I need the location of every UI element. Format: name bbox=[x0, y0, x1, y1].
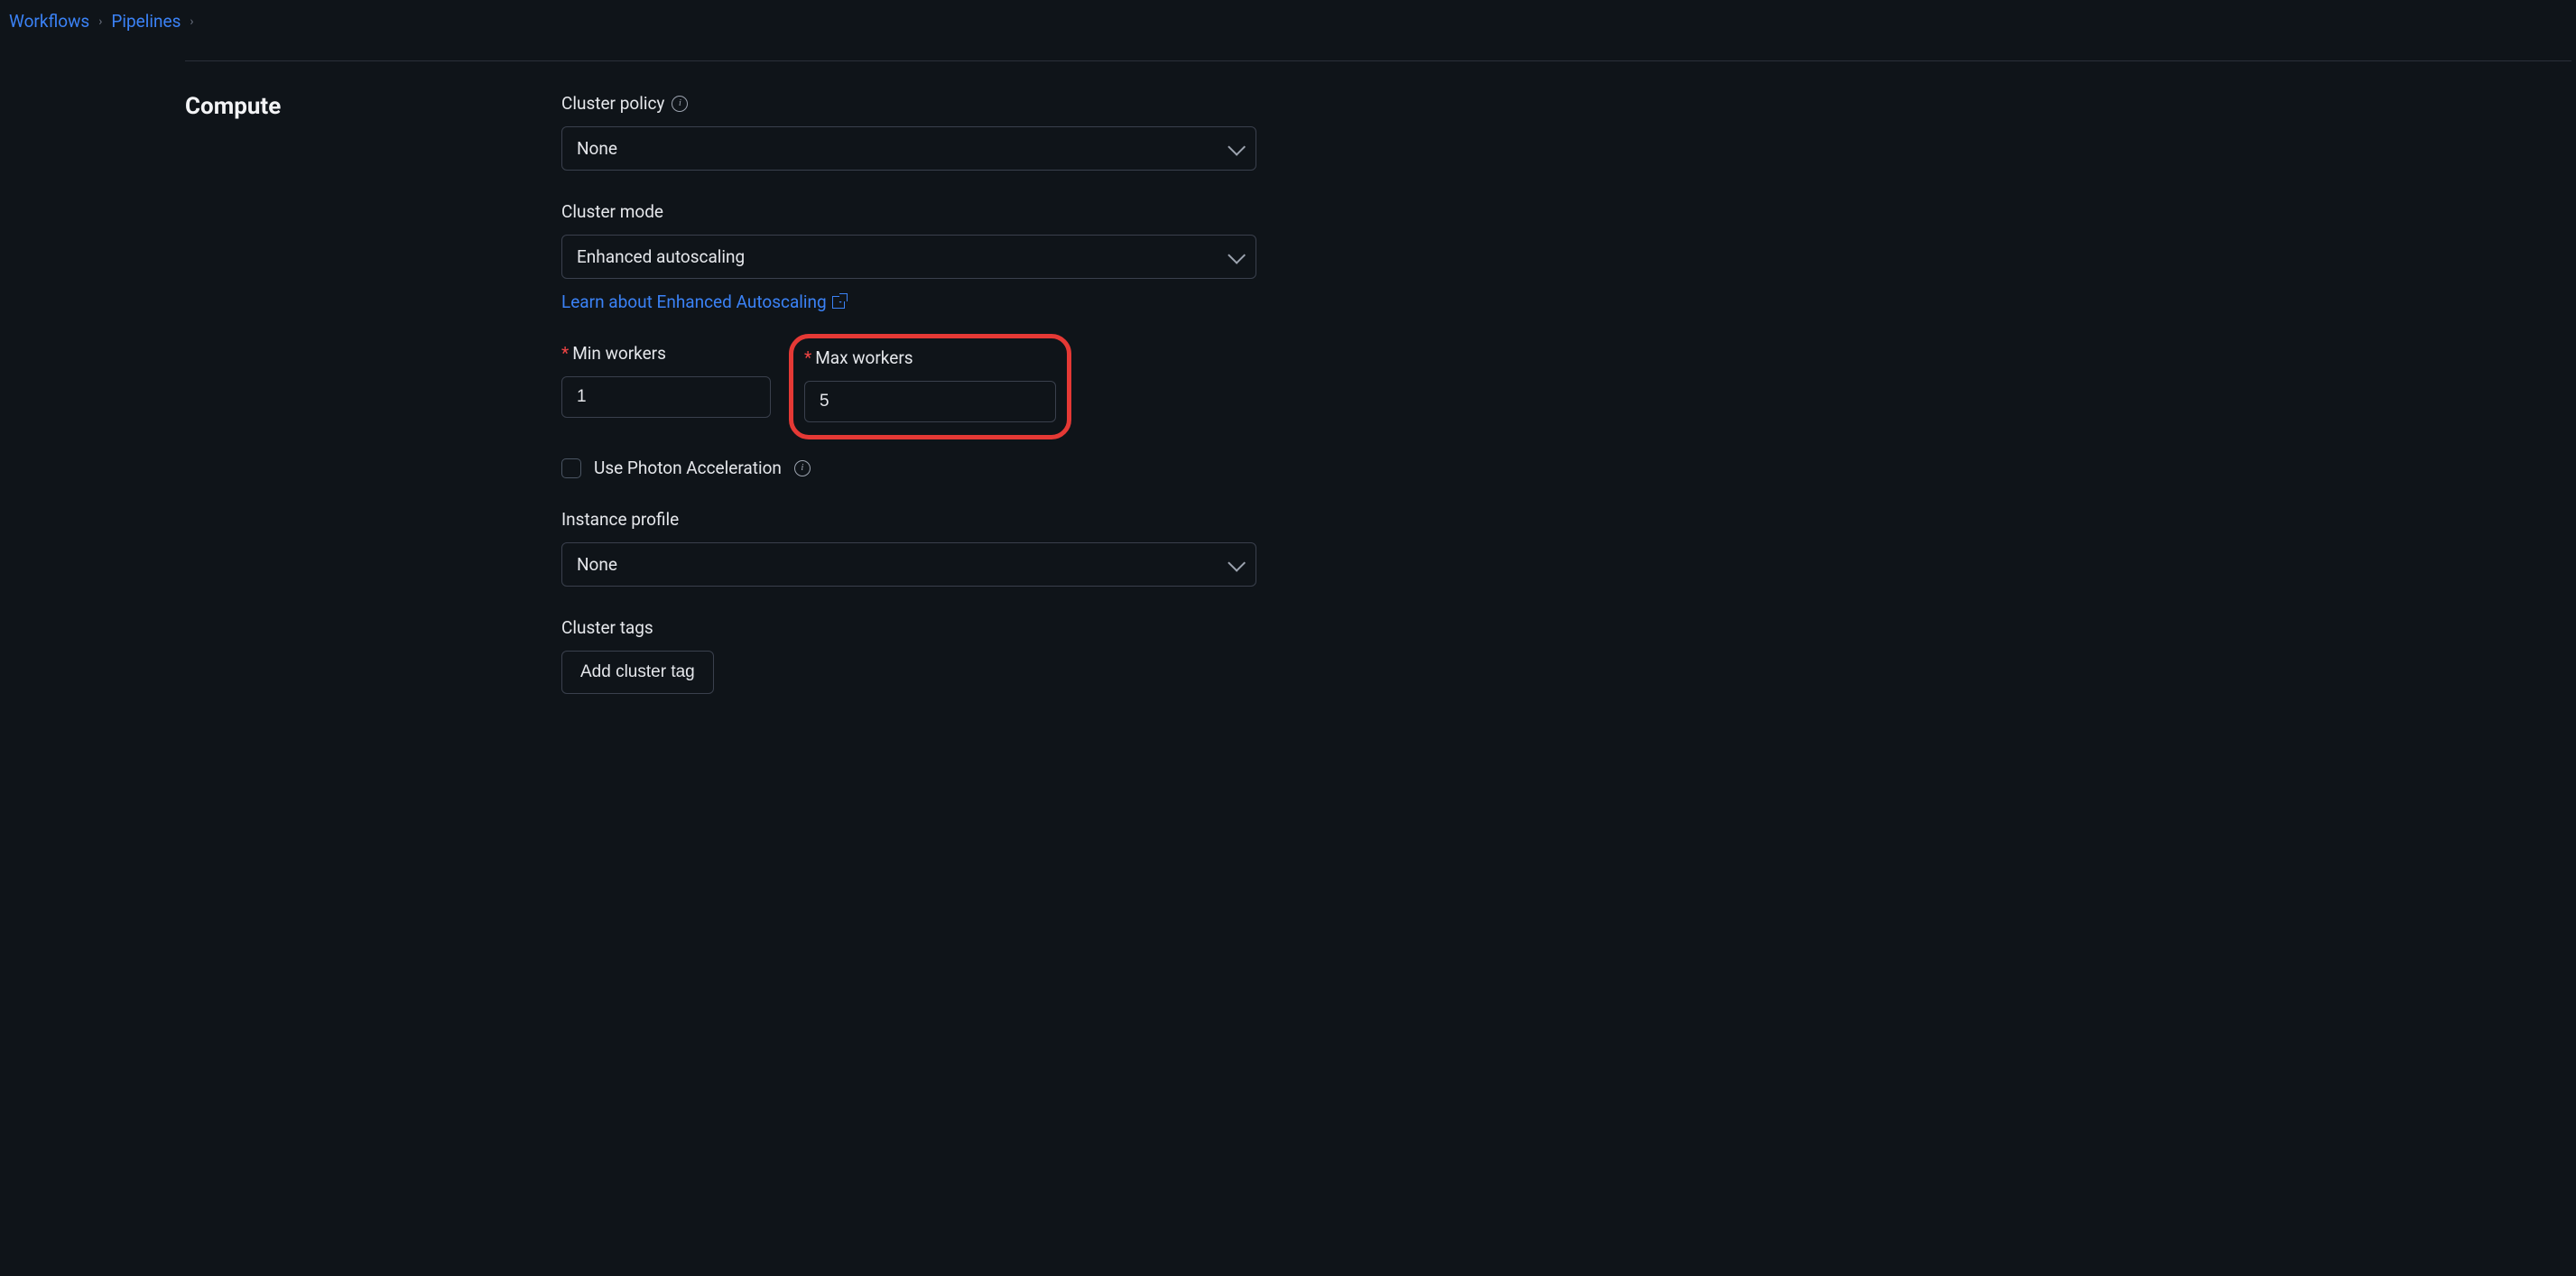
photon-label: Use Photon Acceleration bbox=[594, 458, 782, 478]
add-cluster-tag-button[interactable]: Add cluster tag bbox=[561, 651, 714, 694]
max-workers-label: *Max workers bbox=[804, 347, 1056, 368]
min-workers-input[interactable] bbox=[561, 376, 771, 418]
compute-section: Compute Cluster policy i None Cluster mo… bbox=[0, 61, 2576, 725]
workers-row: *Min workers *Max workers bbox=[561, 343, 1256, 427]
info-icon[interactable]: i bbox=[672, 96, 688, 112]
info-icon[interactable]: i bbox=[794, 460, 811, 476]
cluster-mode-select[interactable]: Enhanced autoscaling bbox=[561, 235, 1256, 279]
cluster-tags-label: Cluster tags bbox=[561, 617, 1256, 638]
max-workers-input[interactable] bbox=[804, 381, 1056, 422]
cluster-policy-label: Cluster policy i bbox=[561, 93, 1256, 114]
photon-field: Use Photon Acceleration i bbox=[561, 458, 1256, 478]
instance-profile-field: Instance profile None bbox=[561, 509, 1256, 587]
cluster-tags-field: Cluster tags Add cluster tag bbox=[561, 617, 1256, 694]
chevron-down-icon bbox=[1228, 553, 1246, 571]
instance-profile-select[interactable]: None bbox=[561, 542, 1256, 587]
chevron-down-icon bbox=[1228, 137, 1246, 155]
compute-form: Cluster policy i None Cluster mode Enhan… bbox=[561, 93, 1256, 725]
enhanced-autoscaling-link[interactable]: Learn about Enhanced Autoscaling bbox=[561, 291, 845, 312]
breadcrumb: Workflows › Pipelines › bbox=[0, 0, 2576, 42]
cluster-mode-field: Cluster mode Enhanced autoscaling Learn … bbox=[561, 201, 1256, 312]
cluster-policy-value: None bbox=[577, 138, 617, 159]
cluster-mode-value: Enhanced autoscaling bbox=[577, 246, 745, 267]
breadcrumb-workflows[interactable]: Workflows bbox=[9, 11, 89, 32]
cluster-policy-select[interactable]: None bbox=[561, 126, 1256, 171]
cluster-mode-label: Cluster mode bbox=[561, 201, 1256, 222]
max-workers-highlight: *Max workers bbox=[789, 334, 1071, 439]
min-workers-field: *Min workers bbox=[561, 343, 771, 427]
instance-profile-label: Instance profile bbox=[561, 509, 1256, 530]
chevron-down-icon bbox=[1228, 245, 1246, 264]
breadcrumb-pipelines[interactable]: Pipelines bbox=[111, 11, 181, 32]
external-link-icon bbox=[832, 296, 845, 309]
chevron-right-icon: › bbox=[190, 14, 193, 29]
section-title: Compute bbox=[185, 93, 561, 725]
photon-checkbox[interactable] bbox=[561, 458, 581, 478]
chevron-right-icon: › bbox=[98, 14, 102, 29]
cluster-policy-field: Cluster policy i None bbox=[561, 93, 1256, 171]
min-workers-label: *Min workers bbox=[561, 343, 771, 364]
max-workers-field: *Max workers bbox=[804, 347, 1056, 422]
instance-profile-value: None bbox=[577, 554, 617, 575]
